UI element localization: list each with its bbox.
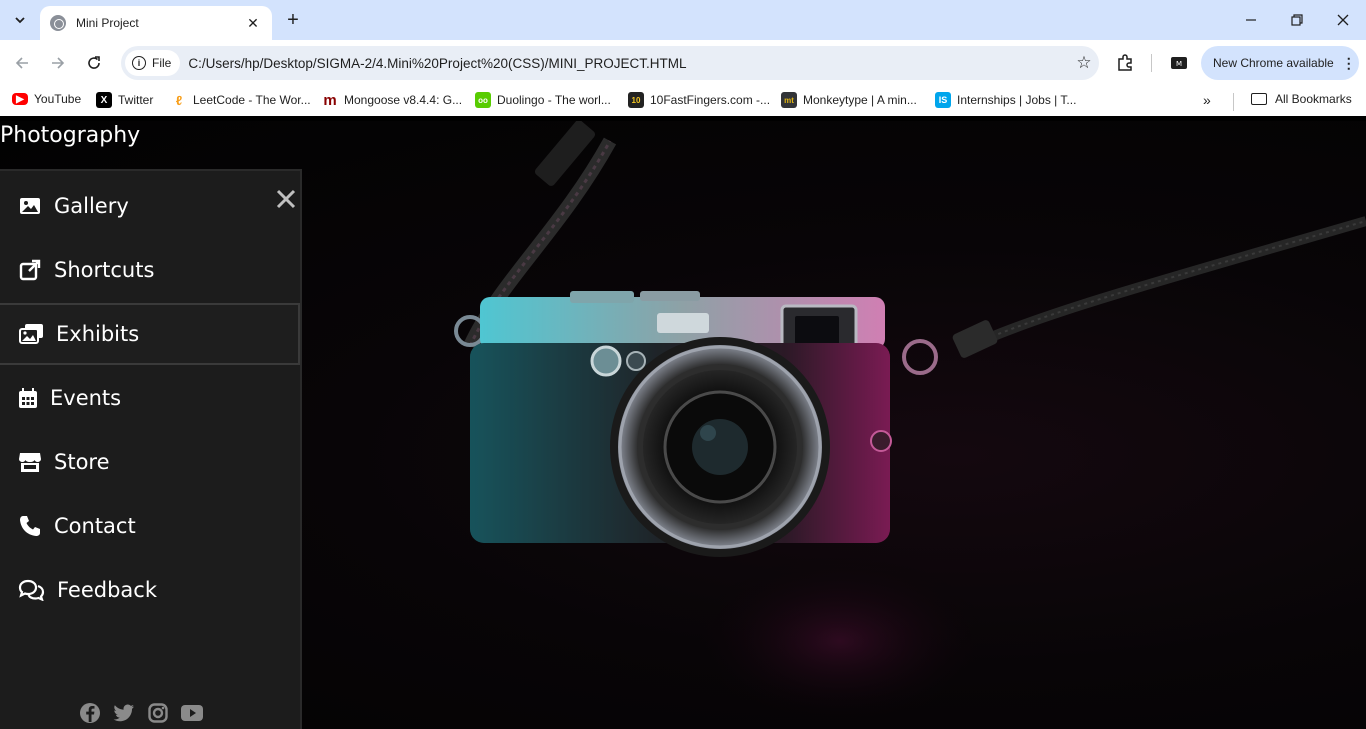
close-icon xyxy=(1337,14,1349,26)
profile-extension-button[interactable]: M xyxy=(1168,52,1190,74)
reload-icon xyxy=(88,56,100,69)
bookmarks-overflow-button[interactable]: » xyxy=(1203,92,1211,108)
bookmarks-divider xyxy=(1233,93,1234,111)
mongoose-icon: m xyxy=(323,91,337,109)
kebab-menu-icon[interactable]: ⋮ xyxy=(1342,55,1356,72)
menu-label: Gallery xyxy=(54,194,129,218)
instagram-icon[interactable] xyxy=(146,701,170,725)
info-icon: i xyxy=(132,56,146,70)
chevron-down-icon xyxy=(15,17,25,24)
url-text[interactable]: C:/Users/hp/Desktop/SIGMA-2/4.Mini%20Pro… xyxy=(188,56,1069,71)
tab-close-button[interactable]: ✕ xyxy=(244,15,262,32)
back-button[interactable] xyxy=(10,51,34,75)
browser-toolbar: i File C:/Users/hp/Desktop/SIGMA-2/4.Min… xyxy=(0,40,1366,86)
youtube-icon[interactable] xyxy=(180,701,204,725)
bookmark-mongoose[interactable]: m Mongoose v8.4.4: G... xyxy=(322,91,463,109)
store-icon xyxy=(18,450,42,474)
new-tab-button[interactable]: + xyxy=(282,8,304,32)
web-page: Photography Gallery Shortcuts Exhibits E… xyxy=(0,121,1366,729)
external-link-icon xyxy=(18,258,42,282)
forward-button[interactable] xyxy=(46,51,70,75)
bookmark-10fastfingers[interactable]: 10 10FastFingers.com -... xyxy=(628,92,770,108)
media-icon: M xyxy=(1171,57,1187,69)
menu-item-store[interactable]: Store xyxy=(0,431,300,493)
arrow-left-icon xyxy=(15,57,28,69)
bookmark-label: LeetCode - The Wor... xyxy=(193,93,311,107)
bookmark-internshala[interactable]: IS Internships | Jobs | T... xyxy=(935,92,1076,108)
menu-label: Feedback xyxy=(57,578,158,602)
puzzle-icon xyxy=(1118,54,1132,71)
site-info-label: File xyxy=(152,56,172,70)
menu-item-shortcuts[interactable]: Shortcuts xyxy=(0,239,300,301)
calendar-icon xyxy=(18,386,38,410)
brand-title[interactable]: Photography xyxy=(0,123,140,148)
menu-label: Contact xyxy=(54,514,136,538)
arrow-right-icon xyxy=(52,57,65,69)
minimize-button[interactable] xyxy=(1228,0,1274,40)
menu-item-contact[interactable]: Contact xyxy=(0,495,300,557)
bookmark-label: 10FastFingers.com -... xyxy=(650,93,771,107)
all-bookmarks-label: All Bookmarks xyxy=(1275,92,1352,106)
extensions-button[interactable] xyxy=(1114,52,1136,74)
menu-label: Exhibits xyxy=(56,322,140,346)
social-links xyxy=(78,701,204,725)
side-menu: Gallery Shortcuts Exhibits Events Store xyxy=(0,169,302,729)
menu-item-events[interactable]: Events xyxy=(0,367,300,429)
all-bookmarks-button[interactable]: All Bookmarks xyxy=(1251,92,1352,106)
bookmark-label: Internships | Jobs | T... xyxy=(957,93,1077,107)
tab-strip: Mini Project ✕ + xyxy=(0,0,1366,40)
twitter-icon[interactable] xyxy=(112,701,136,725)
bookmark-label: Twitter xyxy=(118,93,154,107)
menu-label: Events xyxy=(50,386,122,410)
bookmark-star-icon[interactable]: ☆ xyxy=(1069,53,1099,73)
menu-item-exhibits[interactable]: Exhibits xyxy=(0,303,300,365)
minimize-icon xyxy=(1246,19,1256,21)
photo-stack-icon xyxy=(18,322,44,346)
browser-tab[interactable]: Mini Project ✕ xyxy=(40,6,272,40)
menu-label: Store xyxy=(54,450,110,474)
tab-search-button[interactable] xyxy=(8,8,32,32)
tenfastfingers-icon: 10 xyxy=(628,92,644,108)
restore-button[interactable] xyxy=(1274,0,1320,40)
image-icon xyxy=(18,194,42,218)
comments-icon xyxy=(18,578,45,602)
menu-item-gallery[interactable]: Gallery xyxy=(0,175,300,237)
restore-icon xyxy=(1291,14,1303,26)
internshala-icon: IS xyxy=(935,92,951,108)
address-bar[interactable]: i File C:/Users/hp/Desktop/SIGMA-2/4.Min… xyxy=(121,46,1099,80)
site-info-chip[interactable]: i File xyxy=(125,50,181,76)
facebook-icon[interactable] xyxy=(78,701,102,725)
chrome-update-button[interactable]: New Chrome available ⋮ xyxy=(1201,46,1359,80)
leetcode-icon: ℓ xyxy=(175,92,183,108)
monkeytype-icon: mt xyxy=(781,92,797,108)
bookmark-twitter[interactable]: X Twitter xyxy=(96,92,153,108)
bookmarks-bar: ▶ YouTube X Twitter ℓ LeetCode - The Wor… xyxy=(0,86,1366,116)
globe-icon xyxy=(50,15,66,31)
menu-item-feedback[interactable]: Feedback xyxy=(0,559,300,621)
svg-text:M: M xyxy=(1176,60,1182,68)
toolbar-divider xyxy=(1151,54,1152,72)
bookmark-label: Duolingo - The worl... xyxy=(497,93,611,107)
bookmark-youtube[interactable]: ▶ YouTube xyxy=(12,92,81,106)
folder-icon xyxy=(1251,93,1267,105)
bookmark-leetcode[interactable]: ℓ LeetCode - The Wor... xyxy=(171,92,311,108)
chrome-update-label: New Chrome available xyxy=(1213,56,1334,70)
x-icon: X xyxy=(96,92,112,108)
duolingo-icon: oo xyxy=(475,92,491,108)
bookmark-label: Mongoose v8.4.4: G... xyxy=(344,93,463,107)
reload-button[interactable] xyxy=(82,51,106,75)
bookmark-label: YouTube xyxy=(34,92,82,106)
youtube-icon: ▶ xyxy=(12,93,28,105)
close-window-button[interactable] xyxy=(1320,0,1366,40)
bookmark-monkeytype[interactable]: mt Monkeytype | A min... xyxy=(781,92,917,108)
bookmark-duolingo[interactable]: oo Duolingo - The worl... xyxy=(475,92,611,108)
menu-label: Shortcuts xyxy=(54,258,155,282)
tab-title: Mini Project xyxy=(76,16,139,30)
bookmark-label: Monkeytype | A min... xyxy=(803,93,917,107)
phone-icon xyxy=(18,514,42,538)
